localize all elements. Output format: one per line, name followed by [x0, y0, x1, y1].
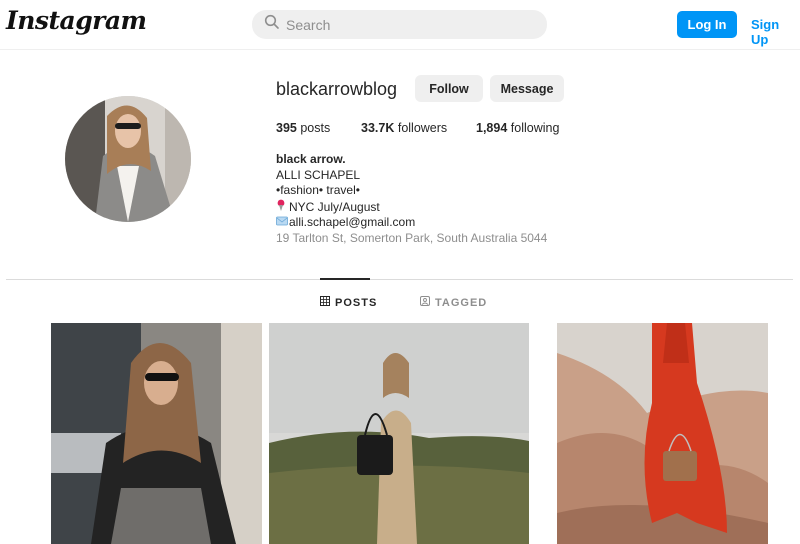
followers-count: 33.7K: [361, 121, 395, 135]
following-count: 1,894: [476, 121, 508, 135]
tab-posts[interactable]: POSTS: [320, 296, 377, 309]
post-thumbnail[interactable]: [269, 323, 529, 544]
post-thumbnail[interactable]: [51, 323, 262, 544]
bio-location: NYC July/August: [289, 199, 380, 214]
profile-username: blackarrowblog: [276, 79, 398, 99]
tab-tagged[interactable]: TAGGED: [420, 296, 487, 309]
message-button[interactable]: Message: [490, 75, 564, 102]
bio-email[interactable]: alli.schapel@gmail.com: [289, 215, 415, 229]
tab-tagged-label: TAGGED: [435, 296, 488, 309]
following-label: following: [510, 121, 560, 135]
tab-posts-label: POSTS: [335, 296, 378, 309]
posts-stat[interactable]: 395 posts: [276, 121, 330, 135]
mail-icon: [276, 215, 289, 231]
login-button[interactable]: Log In: [677, 11, 737, 38]
profile-bio: black arrow. ALLI SCHAPEL •fashion• trav…: [276, 152, 547, 246]
active-tab-indicator: [320, 278, 370, 280]
profile-avatar[interactable]: [65, 96, 191, 222]
tag-icon: [420, 296, 430, 309]
posts-count: 395: [276, 121, 297, 135]
bio-line-2: •fashion• travel•: [276, 183, 360, 197]
followers-label: followers: [397, 121, 448, 135]
instagram-logo[interactable]: Instagram: [6, 6, 147, 35]
bio-name: black arrow.: [276, 152, 346, 166]
grid-icon: [320, 296, 330, 309]
bio-address: 19 Tarlton St, Somerton Park, South Aust…: [276, 230, 548, 245]
search-input[interactable]: [286, 16, 516, 33]
followers-stat[interactable]: 33.7K followers: [361, 121, 447, 135]
post-thumbnail[interactable]: [557, 323, 768, 544]
bio-line-3: NYC July/August: [276, 199, 547, 216]
posts-label: posts: [300, 121, 331, 135]
follow-button[interactable]: Follow: [415, 75, 483, 102]
bio-line-1: ALLI SCHAPEL: [276, 167, 361, 182]
tabs-divider: [6, 279, 793, 280]
search-box[interactable]: [252, 10, 547, 39]
top-nav-bar: Instagram Log In Sign Up: [0, 0, 800, 50]
pin-icon: [276, 199, 289, 216]
search-icon: [264, 14, 280, 35]
signup-link[interactable]: Sign Up: [751, 17, 800, 47]
bio-line-4: alli.schapel@gmail.com: [276, 215, 547, 231]
following-stat[interactable]: 1,894 following: [476, 121, 559, 135]
